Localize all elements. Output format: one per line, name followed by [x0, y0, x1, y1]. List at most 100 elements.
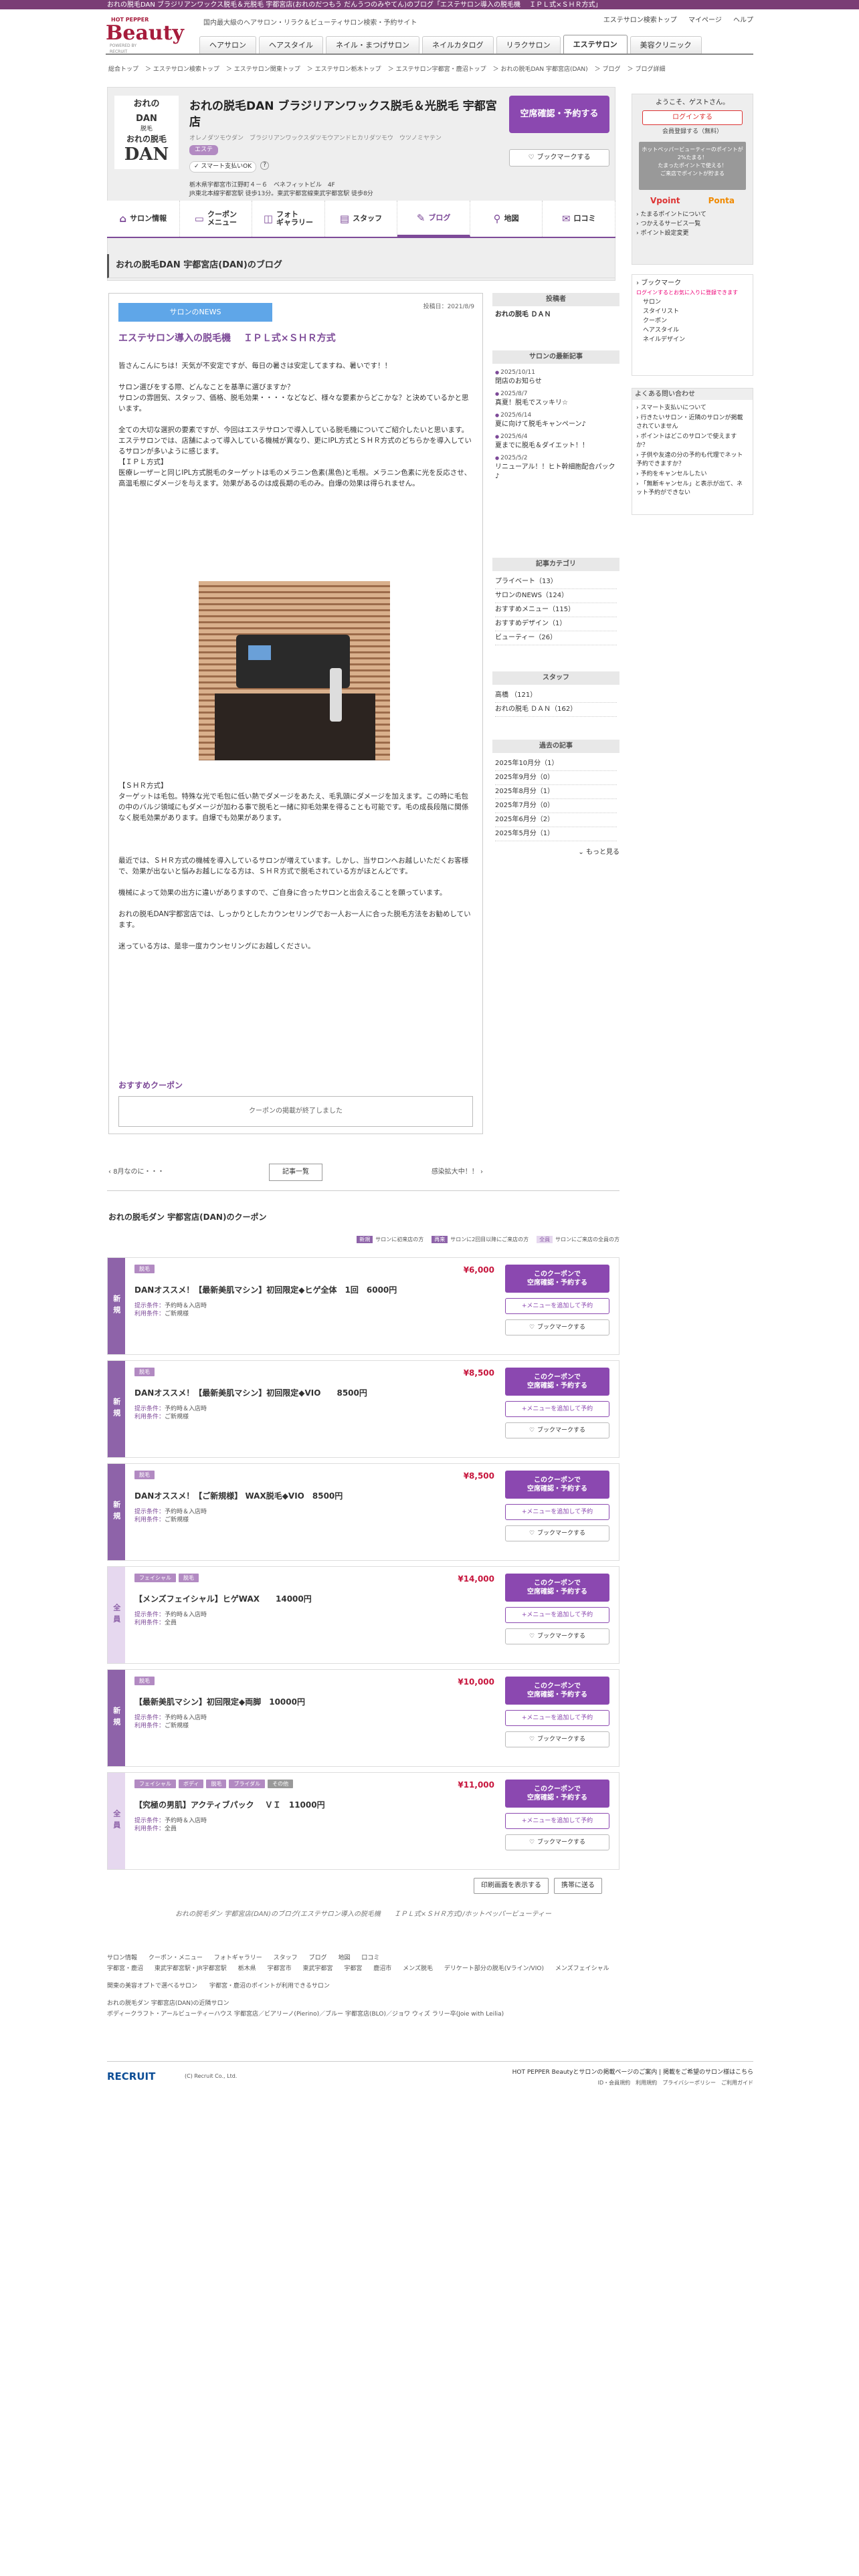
- recent-post[interactable]: 2025/10/11閉店のお知らせ: [495, 368, 617, 387]
- breadcrumb-item[interactable]: おれの脱毛DAN 宇都宮店(DAN): [500, 66, 587, 73]
- archive-item[interactable]: 2025年8月分（1）: [495, 785, 617, 799]
- breadcrumb-item[interactable]: 総合トップ: [108, 66, 138, 73]
- coupon-bookmark-button[interactable]: ♡ ブックマークする: [505, 1628, 609, 1644]
- category-item[interactable]: ビューティー（26）: [495, 631, 617, 645]
- faq-item[interactable]: › 予約をキャンセルしたい: [636, 470, 749, 479]
- footer-option-links[interactable]: 関東の美容オプトで選べるサロン 宇都宮・鹿沼のポイントが利用できるサロン: [107, 1981, 619, 1992]
- faq-item[interactable]: › 子供や友達の分の予約も代理でネット予約できますか？: [636, 451, 749, 469]
- footer-link[interactable]: ご利用ガイド: [721, 2080, 753, 2086]
- coupon-reserve-button[interactable]: このクーポンで 空席確認・予約する: [505, 1471, 609, 1499]
- footer-link[interactable]: 栃木県: [238, 1965, 256, 1972]
- point-link[interactable]: › つかえるサービス一覧: [636, 219, 749, 229]
- footer-link[interactable]: 口コミ: [361, 1955, 379, 1961]
- header-link-mypage[interactable]: マイページ: [688, 17, 722, 24]
- add-menu-button[interactable]: +メニューを追加して予約: [505, 1504, 609, 1520]
- bookmark-item[interactable]: ヘアスタイル: [643, 326, 749, 335]
- footer-link[interactable]: プライバシーポリシー: [662, 2080, 716, 2086]
- coupon-bookmark-button[interactable]: ♡ ブックマークする: [505, 1319, 609, 1335]
- faq-item[interactable]: › スマート支払いについて: [636, 404, 749, 413]
- footer-link[interactable]: 東武宇都宮駅・JR宇都宮駅: [155, 1965, 227, 1972]
- bookmark-item[interactable]: ネイルデザイン: [643, 335, 749, 344]
- archive-item[interactable]: 2025年10月分（1）: [495, 757, 617, 771]
- footer-link[interactable]: 利用規約: [636, 2080, 657, 2086]
- staff-item[interactable]: 高橋 （121）: [495, 689, 617, 703]
- breadcrumb-item[interactable]: エステサロン栃木トップ: [315, 66, 381, 73]
- coupon-reserve-button[interactable]: このクーポンで 空席確認・予約する: [505, 1574, 609, 1602]
- help-icon[interactable]: ?: [260, 161, 270, 170]
- staff-item[interactable]: おれの脱毛 ＤＡＮ（162）: [495, 703, 617, 717]
- nav-tab-relax[interactable]: リラクサロン: [496, 36, 561, 53]
- archive-item[interactable]: 2025年7月分（0）: [495, 799, 617, 813]
- recent-post[interactable]: 2025/6/14夏に向けて脱毛キャンペーン♪: [495, 411, 617, 429]
- subnav-coupon[interactable]: ▭ クーポン メニュー: [180, 201, 253, 237]
- category-item[interactable]: おすすめデザイン（1）: [495, 617, 617, 631]
- footer-link[interactable]: クーポン・メニュー: [149, 1955, 203, 1961]
- footer-link[interactable]: スタッフ: [274, 1955, 298, 1961]
- subnav-photo[interactable]: ◫ フォト ギャラリー: [252, 201, 325, 237]
- footer-link[interactable]: 宇都宮・鹿沼: [107, 1965, 143, 1972]
- archive-item[interactable]: 2025年5月分（1）: [495, 827, 617, 841]
- point-link[interactable]: › ポイント設定変更: [636, 229, 749, 238]
- archive-item[interactable]: 2025年9月分（0）: [495, 771, 617, 785]
- add-menu-button[interactable]: +メニューを追加して予約: [505, 1298, 609, 1314]
- breadcrumb-item[interactable]: エステサロン検索トップ: [153, 66, 219, 73]
- subnav-staff[interactable]: ▤ スタッフ: [325, 201, 398, 237]
- hotpepper-beauty-logo[interactable]: HOT PEPPER Beauty POWERED BY RECRUIT: [106, 16, 184, 54]
- bookmark-item[interactable]: スタイリスト: [643, 307, 749, 316]
- subnav-map[interactable]: ⚲ 地図: [470, 201, 543, 237]
- footer-link[interactable]: 宇都宮: [344, 1965, 362, 1972]
- coupon-bookmark-button[interactable]: ♡ ブックマークする: [505, 1422, 609, 1438]
- nav-tab-hair-salon[interactable]: ヘアサロン: [199, 36, 256, 53]
- coupon-bookmark-button[interactable]: ♡ ブックマークする: [505, 1731, 609, 1747]
- recent-post[interactable]: 2025/5/2リニューアル！！ヒト幹細胞配合パック♪: [495, 453, 617, 481]
- footer-link[interactable]: フォトギャラリー: [214, 1955, 262, 1961]
- footer-link[interactable]: メンズ脱毛: [403, 1965, 433, 1972]
- bookmark-item[interactable]: サロン: [643, 298, 749, 307]
- subnav-review[interactable]: ✉ 口コミ: [543, 201, 616, 237]
- add-menu-button[interactable]: +メニューを追加して予約: [505, 1607, 609, 1623]
- breadcrumb-item[interactable]: エステサロン関東トップ: [234, 66, 300, 73]
- bookmark-title[interactable]: › ブックマーク: [636, 279, 749, 288]
- footer-link[interactable]: 宇都宮市: [268, 1965, 292, 1972]
- poster-name[interactable]: おれの脱毛 ＤＡＮ: [492, 306, 619, 324]
- faq-item[interactable]: › 行きたいサロン・近隣のサロンが掲載されていません: [636, 414, 749, 431]
- bookmark-item[interactable]: クーポン: [643, 316, 749, 326]
- coupon-reserve-button[interactable]: このクーポンで 空席確認・予約する: [505, 1780, 609, 1808]
- recent-post[interactable]: 2025/6/4夏までに脱毛＆ダイエット！！: [495, 432, 617, 451]
- header-link-help[interactable]: ヘルプ: [733, 17, 753, 24]
- breadcrumb-item[interactable]: エステサロン宇都宮・鹿沼トップ: [396, 66, 486, 73]
- register-link[interactable]: 会員登録する（無料）: [636, 128, 749, 136]
- recruit-logo[interactable]: RECRUIT: [107, 2070, 155, 2084]
- next-article-link[interactable]: 感染拡大中！！ ›: [432, 1168, 483, 1177]
- point-promo-banner[interactable]: ホットペッパービューティーのポイントが2%たまる！ たまったポイントで使える！ …: [639, 141, 746, 190]
- faq-item[interactable]: › 「無断キャンセル」と表示が出て、ネット予約ができない: [636, 480, 749, 498]
- footer-link[interactable]: 東武宇都宮: [302, 1965, 332, 1972]
- footer-link[interactable]: ブログ: [309, 1955, 327, 1961]
- coupon-reserve-button[interactable]: このクーポンで 空席確認・予約する: [505, 1265, 609, 1293]
- login-button[interactable]: ログインする: [642, 110, 743, 125]
- add-menu-button[interactable]: +メニューを追加して予約: [505, 1710, 609, 1726]
- nav-tab-hair-style[interactable]: ヘアスタイル: [259, 36, 323, 53]
- footer-link[interactable]: 掲載をご希望のサロン様はこちら: [663, 2069, 753, 2076]
- nav-tab-nail-catalog[interactable]: ネイルカタログ: [422, 36, 494, 53]
- nav-tab-esthe[interactable]: エステサロン: [563, 35, 628, 53]
- prev-article-link[interactable]: ‹ 8月なのに・・・: [108, 1168, 165, 1177]
- add-menu-button[interactable]: +メニューを追加して予約: [505, 1813, 609, 1829]
- reserve-button[interactable]: 空席確認・予約する: [509, 96, 609, 133]
- coupon-reserve-button[interactable]: このクーポンで 空席確認・予約する: [505, 1368, 609, 1396]
- point-link[interactable]: › たまるポイントについて: [636, 210, 749, 219]
- footer-link[interactable]: ID・会員規約: [598, 2080, 631, 2086]
- archive-item[interactable]: 2025年6月分（2）: [495, 813, 617, 827]
- footer-link[interactable]: サロン情報: [107, 1955, 137, 1961]
- add-menu-button[interactable]: +メニューを追加して予約: [505, 1401, 609, 1417]
- send-to-mobile-button[interactable]: 携帯に送る: [554, 1878, 602, 1894]
- footer-link[interactable]: 鹿沼市: [373, 1965, 391, 1972]
- category-item[interactable]: サロンのNEWS（124）: [495, 589, 617, 603]
- print-button[interactable]: 印刷画面を表示する: [474, 1878, 549, 1894]
- category-item[interactable]: プライベート（13）: [495, 575, 617, 589]
- coupon-bookmark-button[interactable]: ♡ ブックマークする: [505, 1834, 609, 1850]
- coupon-reserve-button[interactable]: このクーポンで 空席確認・予約する: [505, 1677, 609, 1705]
- archive-more-link[interactable]: ⌄ もっと見る: [492, 848, 619, 857]
- footer-link[interactable]: HOT PEPPER Beautyとサロンの掲載ページのご案内: [512, 2069, 658, 2076]
- footer-link[interactable]: メンズフェイシャル: [555, 1965, 609, 1972]
